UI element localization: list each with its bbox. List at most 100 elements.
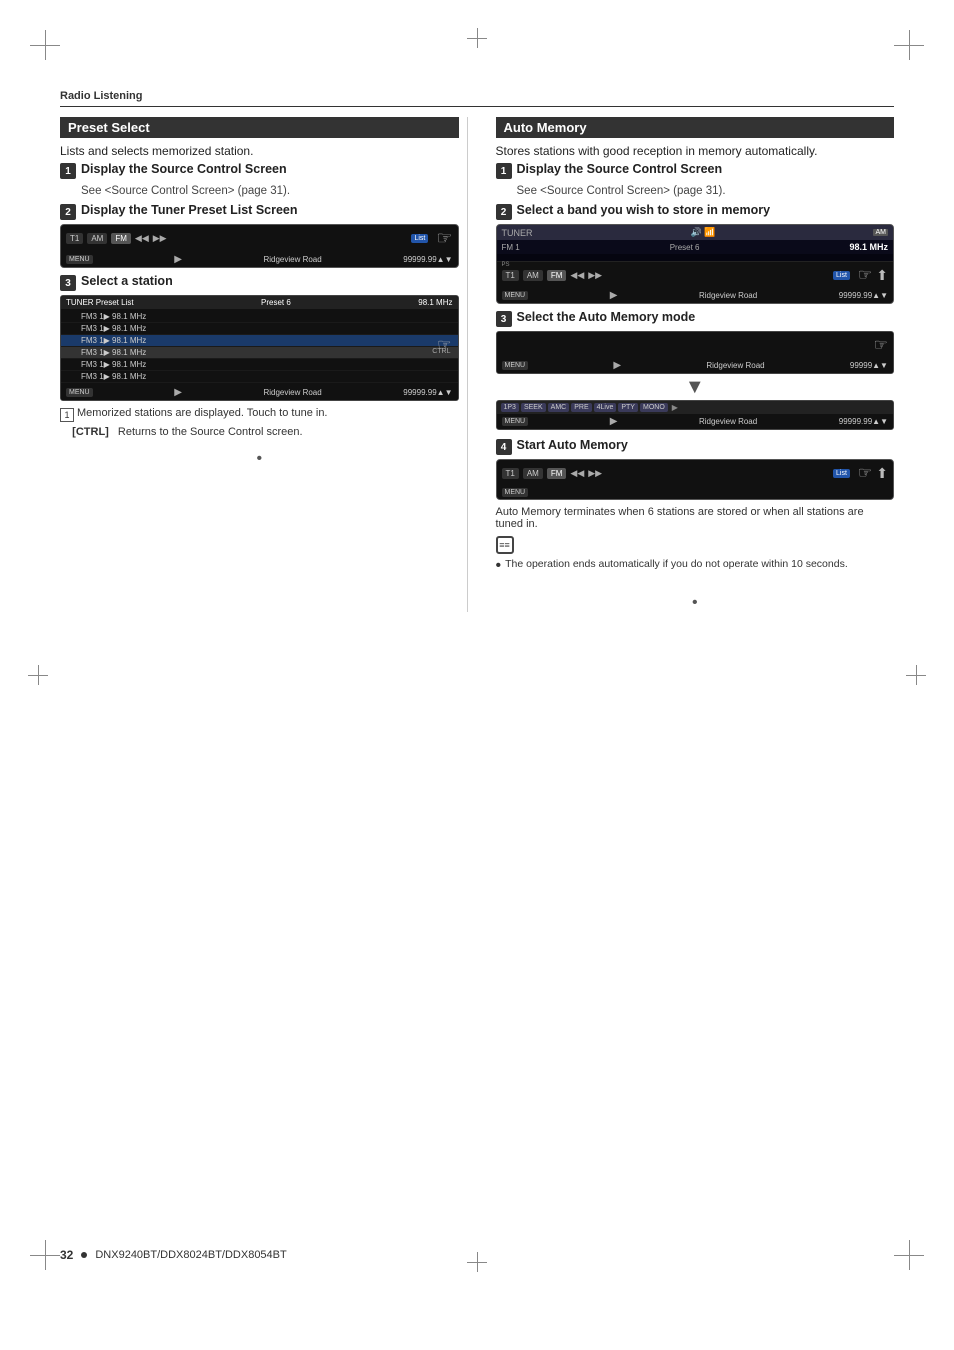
preset-select-description: Lists and selects memorized station. (60, 144, 459, 158)
left-bullet-separator: • (60, 450, 459, 468)
center-cross-right (906, 665, 926, 685)
page-number: 32 (60, 1248, 73, 1262)
preset-list-title: TUNER Preset List (66, 298, 134, 307)
road-label: Ridgeview Road (263, 255, 321, 264)
center-cross-top (467, 28, 487, 48)
am4-prev-icon[interactable]: ◀◀ (570, 468, 584, 479)
preset-list-header: TUNER Preset List Preset 6 98.1 MHz (61, 296, 458, 309)
preset-item-6[interactable]: FM3 1▶ 98.1 MHz (61, 371, 458, 383)
am4-next-icon[interactable]: ▶▶ (588, 468, 602, 479)
preset-step2: 2 Display the Tuner Preset List Screen (60, 203, 459, 220)
am-seek-menu-btn[interactable]: MENU (502, 361, 529, 370)
preset-step1: 1 Display the Source Control Screen (60, 162, 459, 179)
am-seek-screen-top: ☞ MENU ▶ Ridgeview Road 99999▲▼ (496, 331, 895, 374)
page-content: Radio Listening Preset Select Lists and … (60, 90, 894, 1250)
right-bullet-separator: • (496, 594, 895, 612)
preset-step3-label: Select a station (81, 274, 173, 288)
am-seek-top-bar: ☞ (497, 332, 894, 358)
am-tuner-icons: 🔊 📶 (691, 227, 716, 238)
am-tuner-badge: AM (873, 229, 888, 236)
note-1: 1 Memorized stations are displayed. Touc… (60, 407, 459, 422)
am4-am-btn[interactable]: AM (523, 468, 543, 479)
preset-item-4[interactable]: FM3 1▶ 98.1 MHz CTRL (61, 347, 458, 359)
t1-btn[interactable]: T1 (66, 233, 83, 244)
am-preset-label: Preset 6 (670, 243, 700, 252)
ctrl-label: [CTRL] (72, 426, 109, 438)
preset-step1-sub: See <Source Control Screen> (page 31). (81, 185, 459, 197)
seek-amc-btn[interactable]: AMC (548, 403, 570, 412)
am-road-label: Ridgeview Road (699, 291, 757, 300)
am-freq-num: 99999.99▲▼ (839, 291, 888, 300)
preset-item-2[interactable]: FM3 1▶ 98.1 MHz (61, 323, 458, 335)
am-step2: 2 Select a band you wish to store in mem… (496, 203, 895, 220)
am-fm-label: FM 1 (502, 243, 520, 252)
am4-bottom-bar: MENU (497, 486, 894, 499)
am4-list-btn[interactable]: List (833, 469, 850, 478)
am4-touch-cursor: ☞ (858, 463, 872, 483)
am-screen-controls: T1 AM FM ◀◀ ▶▶ List ☞ ⬆ (497, 262, 894, 288)
am-fm-btn[interactable]: FM (547, 270, 567, 281)
preset-step1-num: 1 (60, 163, 76, 179)
seek-seek-btn[interactable]: SEEK (521, 403, 546, 412)
preset-item-1[interactable]: FM3 1▶ 98.1 MHz (61, 311, 458, 323)
am4-menu-btn[interactable]: MENU (502, 488, 529, 497)
seek-mono-btn[interactable]: MONO (640, 403, 668, 412)
am-list-btn[interactable]: List (833, 271, 850, 280)
auto-memory-description: Stores stations with good reception in m… (496, 144, 895, 158)
am-seekbar-menu[interactable]: MENU (502, 417, 529, 426)
am-am-btn[interactable]: AM (523, 270, 543, 281)
am-step1: 1 Display the Source Control Screen (496, 162, 895, 179)
am4-t1-btn[interactable]: T1 (502, 468, 519, 479)
am-step4-label: Start Auto Memory (517, 438, 628, 452)
road-label-2: Ridgeview Road (263, 388, 321, 397)
am-next-icon[interactable]: ▶▶ (588, 270, 602, 281)
next-icon[interactable]: ▶▶ (153, 233, 167, 244)
am-up-icon: ⬆ (876, 267, 888, 284)
am-menu-btn[interactable]: MENU (502, 291, 529, 300)
am-prev-icon[interactable]: ◀◀ (570, 270, 584, 281)
list-btn[interactable]: List (411, 234, 428, 243)
am-btn[interactable]: AM (87, 233, 107, 244)
center-cross-left (28, 665, 48, 685)
am-step1-sub: See <Source Control Screen> (page 31). (517, 185, 895, 197)
am-seekbar-num: 99999.99▲▼ (839, 417, 888, 426)
am-step4-num: 4 (496, 439, 512, 455)
seek-pre-btn[interactable]: PRE (571, 403, 591, 412)
am-ps-bar: PS (497, 254, 894, 262)
arrow-down: ▼ (496, 377, 895, 397)
corner-mark-bl (30, 1240, 60, 1270)
am-bottom-bar: MENU ▶ Ridgeview Road 99999.99▲▼ (497, 288, 894, 303)
preset-label: Preset 6 (261, 298, 291, 307)
menu-btn[interactable]: MENU (66, 255, 93, 264)
note-num-1: 1 (60, 408, 74, 422)
seek-4live-btn[interactable]: 4Live (594, 403, 617, 412)
am-step2-label: Select a band you wish to store in memor… (517, 203, 771, 217)
preset-step1-label: Display the Source Control Screen (81, 162, 287, 176)
am-tuner-topbar: TUNER 🔊 📶 AM (497, 225, 894, 240)
am-step3-num: 3 (496, 311, 512, 327)
preset-list-bottom-bar: MENU ▶ Ridgeview Road 99999.99▲▼ (61, 385, 458, 400)
am-seek-road: Ridgeview Road (706, 361, 764, 370)
note-1-text: Memorized stations are displayed. Touch … (77, 407, 328, 419)
seek-1p3-btn[interactable]: 1P3 (501, 403, 519, 412)
section-header: Radio Listening (60, 90, 894, 107)
corner-mark-br (894, 1240, 924, 1270)
ctrl-note: [CTRL] Returns to the Source Control scr… (60, 426, 459, 438)
auto-memory-column: Auto Memory Stores stations with good re… (492, 117, 895, 612)
bullet-dot: • (496, 558, 502, 574)
menu-btn-2[interactable]: MENU (66, 388, 93, 397)
am-step1-num: 1 (496, 163, 512, 179)
seek-pty-btn[interactable]: PTY (618, 403, 638, 412)
am4-fm-btn[interactable]: FM (547, 468, 567, 479)
preset-step3: 3 Select a station (60, 274, 459, 291)
am-t1-btn[interactable]: T1 (502, 270, 519, 281)
fm-btn[interactable]: FM (111, 233, 131, 244)
info-icon-row: ≡≡ (496, 536, 895, 554)
am-step1-label: Display the Source Control Screen (517, 162, 723, 176)
preset-item-3[interactable]: FM3 1▶ 98.1 MHz (61, 335, 458, 347)
notes-box: 1 Memorized stations are displayed. Touc… (60, 407, 459, 438)
page-footer: 32 DNX9240BT/DDX8024BT/DDX8054BT (60, 1248, 894, 1262)
am-step4-controls: T1 AM FM ◀◀ ▶▶ List ☞ ⬆ (497, 460, 894, 486)
preset-item-5[interactable]: FM3 1▶ 98.1 MHz (61, 359, 458, 371)
prev-icon[interactable]: ◀◀ (135, 233, 149, 244)
